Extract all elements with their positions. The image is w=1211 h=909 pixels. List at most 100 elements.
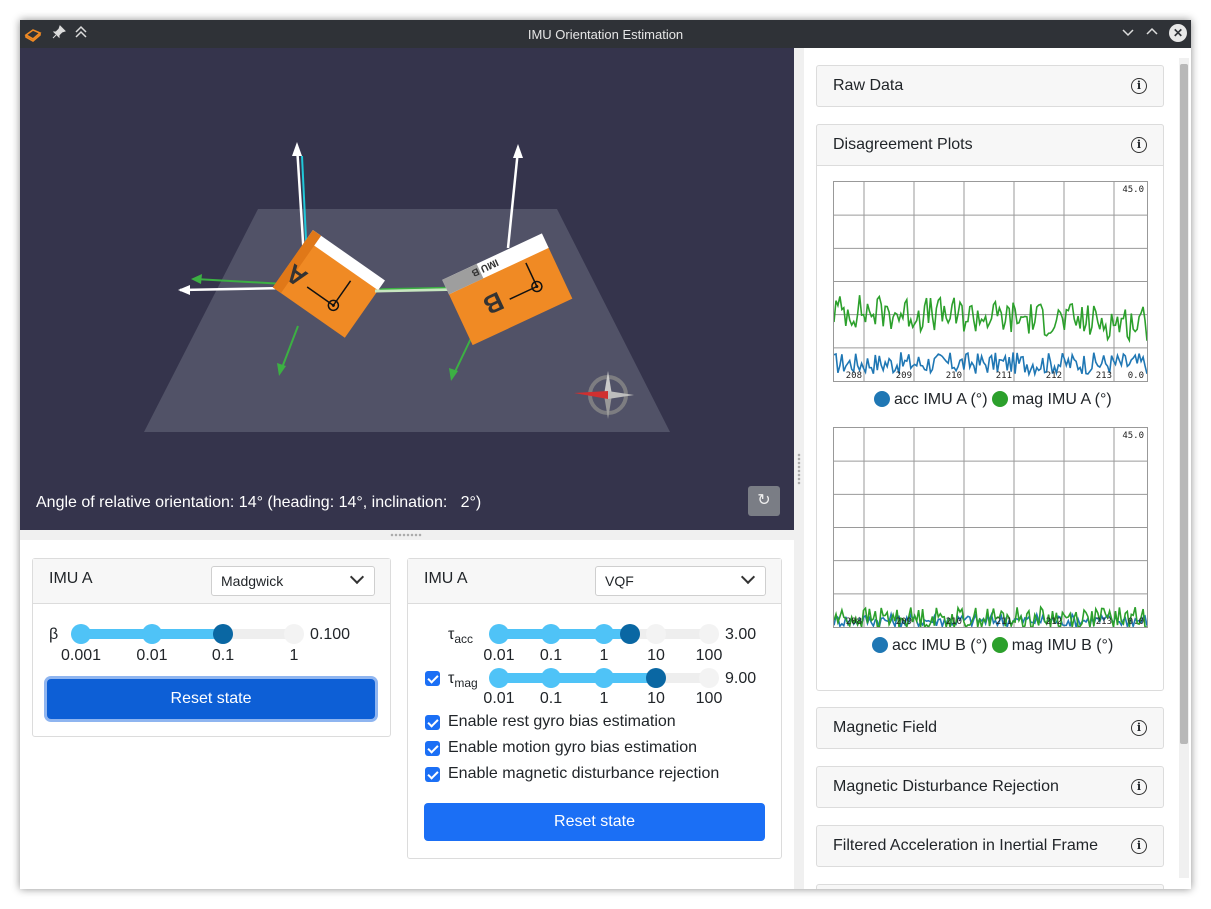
legend-swatch [874,391,890,407]
disagreement-plots-card: Disagreement Plots i 45.0 208 209 210 211 212… [816,124,1164,691]
ymin-label: 0.0 [1128,617,1144,627]
section-raw-data[interactable]: Raw Data i [816,65,1164,107]
legend-swatch [872,637,888,653]
section-disagreement-plots[interactable]: Disagreement Plots i [816,124,1164,166]
ymax-label: 45.0 [1122,431,1144,441]
info-icon[interactable]: i [1131,720,1147,736]
x-tick-label: 209 [896,371,912,381]
vertical-splitter[interactable] [794,48,804,889]
tau-acc-tick: 1 [599,647,609,664]
title-bar: IMU Orientation Estimation ✕ [20,20,1191,48]
x-tick-label: 213 [1096,617,1112,627]
legend-swatch [991,637,1008,653]
beta-slider-track[interactable] [81,629,293,639]
x-tick-label: 211 [996,371,1012,381]
imu-a-panel-title: IMU A [49,570,93,587]
info-icon[interactable]: i [1131,779,1147,795]
plot-a-svg: 45.0 208 209 210 211 212 213 0.0 [833,182,1148,381]
info-icon[interactable]: i [1131,137,1147,153]
plot-b-legend: acc IMU B (°) mag IMU B (°) [872,637,1113,655]
tau-mag-tick: 10 [647,690,665,707]
tau-acc-slider-handle[interactable] [620,624,640,644]
mag-disturbance-rejection-checkbox[interactable] [425,767,440,782]
minimize-icon[interactable] [1119,25,1137,43]
imu-b-panel: IMU A VQF τacc 3.00 0.01 0.1 1 10 100 τm… [407,558,782,859]
reset-view-button[interactable]: ↻ [748,486,780,516]
tau-acc-tick: 100 [695,647,723,664]
beta-tick: 0.001 [61,647,102,664]
3d-viewport[interactable]: A B IMU B Angle of relative orientation:… [20,48,794,530]
legend-label: acc IMU A (°) [894,391,988,408]
imu-a-panel: IMU A Madgwick β 0.100 0.001 0.01 0.1 1 … [32,558,391,737]
imu-b-panel-header: IMU A VQF [408,559,781,604]
x-tick-label: 211 [996,617,1012,627]
close-icon[interactable]: ✕ [1169,24,1187,42]
beta-slider-stop[interactable] [142,624,162,644]
ymax-label: 45.0 [1122,185,1144,195]
legend-label: acc IMU B (°) [892,637,988,654]
tau-mag-tick: 0.1 [539,690,563,707]
imu-b-algorithm-select[interactable]: VQF [595,566,766,596]
section-magnetic-disturbance-rejection[interactable]: Magnetic Disturbance Rejection i [816,766,1164,808]
tau-mag-value: 9.00 [725,670,757,687]
tau-mag-slider-stop[interactable] [594,668,614,688]
tau-mag-slider-stop[interactable] [489,668,509,688]
tau-mag-slider-stop[interactable] [541,668,561,688]
imu-a-algorithm-select[interactable]: Madgwick [211,566,375,596]
horizontal-splitter[interactable] [20,530,794,540]
tau-acc-slider-stop[interactable] [541,624,561,644]
scrollbar-thumb[interactable] [1180,64,1188,744]
relative-orientation-text: Angle of relative orientation: 14° (head… [36,494,482,511]
tau-acc-tick: 10 [647,647,665,664]
section-next[interactable] [816,884,1164,889]
tau-mag-tick: 1 [599,690,609,707]
mag-disturbance-rejection-label: Enable magnetic disturbance rejection [448,765,720,782]
left-pane: A B IMU B Angle of relative orientation:… [20,48,794,889]
imu-a-panel-header: IMU A Madgwick [33,559,390,604]
section-magnetic-field[interactable]: Magnetic Field i [816,707,1164,749]
beta-slider-stop[interactable] [71,624,91,644]
beta-tick: 0.01 [136,647,168,664]
tau-mag-tick: 0.01 [483,690,515,707]
beta-slider-stop[interactable] [284,624,304,644]
ymin-label: 0.0 [1128,371,1144,381]
tau-mag-label: τmag [448,670,478,691]
x-tick-label: 208 [846,617,862,627]
plot-a-legend: acc IMU A (°) mag IMU A (°) [874,391,1112,409]
imu-b-panel-title: IMU A [424,570,468,587]
section-filtered-acceleration[interactable]: Filtered Acceleration in Inertial Frame … [816,825,1164,867]
info-icon[interactable]: i [1131,78,1147,94]
x-tick-label: 209 [896,617,912,627]
imu-a-reset-button[interactable]: Reset state [47,679,375,719]
tau-mag-slider-stop[interactable] [699,668,719,688]
tau-acc-tick: 0.01 [483,647,515,664]
imu-b-reset-button[interactable]: Reset state [424,803,765,841]
beta-tick: 1 [289,647,299,664]
motion-gyro-bias-checkbox[interactable] [425,741,440,756]
rotate-icon: ↻ [757,492,771,509]
x-tick-label: 210 [946,371,962,381]
maximize-icon[interactable] [1143,25,1161,43]
series-line [833,294,1148,344]
tau-acc-tick: 0.1 [539,647,563,664]
beta-value: 0.100 [310,626,351,643]
disagreement-plot-b: 45.0 208 209 210 211 212 213 0.0 [833,427,1148,631]
tau-acc-slider-stop[interactable] [489,624,509,644]
rest-gyro-bias-checkbox[interactable] [425,715,440,730]
x-tick-label: 212 [1046,371,1062,381]
tau-acc-slider-stop[interactable] [594,624,614,644]
tau-mag-slider-handle[interactable] [646,668,666,688]
right-scrollbar[interactable] [1179,58,1189,878]
info-icon[interactable]: i [1131,838,1147,854]
x-tick-label: 208 [846,371,862,381]
tau-acc-slider-stop[interactable] [699,624,719,644]
tau-mag-checkbox[interactable] [425,671,440,686]
beta-slider-handle[interactable] [213,624,233,644]
tau-acc-value: 3.00 [725,626,757,643]
x-tick-label: 210 [946,617,962,627]
tau-acc-label: τacc [448,626,474,647]
chevron-down-icon [740,569,756,585]
tau-acc-slider-stop[interactable] [646,624,666,644]
disagreement-plot-a: 45.0 208 209 210 211 212 213 0.0 [833,181,1148,382]
tau-mag-slider-fill [499,673,657,683]
